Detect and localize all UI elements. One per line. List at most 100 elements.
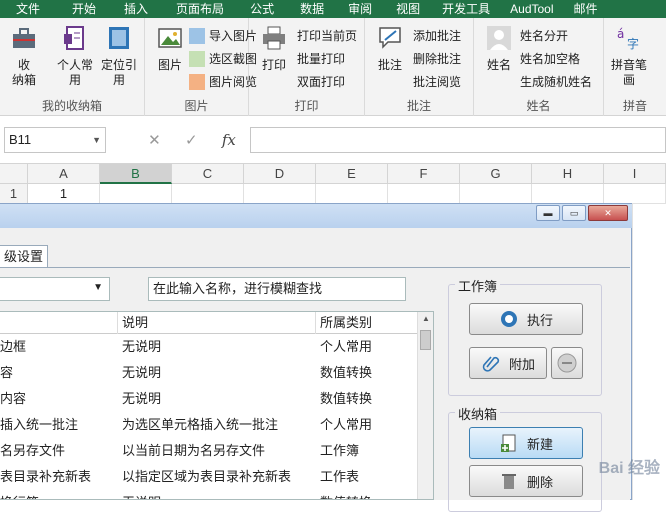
new-label: 新建: [526, 436, 553, 452]
paperclip-icon: [482, 356, 500, 372]
cell-e1[interactable]: [316, 184, 388, 204]
picture-label: 图片: [157, 58, 182, 72]
list-item[interactable]: 表目录补充新表 以指定区域为表目录补充新表 工作表: [0, 464, 418, 490]
cell-i1[interactable]: [604, 184, 666, 204]
maximize-icon[interactable]: ▭: [562, 205, 586, 221]
batch-print-button[interactable]: 批量打印: [297, 51, 345, 67]
locate-reference-button[interactable]: 定位引 用: [98, 24, 140, 88]
column-header[interactable]: H: [532, 164, 604, 184]
comment-preview-button[interactable]: 批注阅览: [413, 74, 461, 90]
tab-insert[interactable]: 插入: [110, 0, 164, 18]
print-button[interactable]: 打印: [257, 24, 291, 73]
personal-form-icon: [64, 26, 84, 50]
import-picture-button[interactable]: 导入图片: [189, 28, 257, 44]
pinyin-stroke-button[interactable]: á字 拼音笔 画: [606, 24, 652, 88]
cancel-icon[interactable]: ✕: [148, 131, 161, 149]
remove-attach-button[interactable]: [551, 347, 583, 379]
list-item[interactable]: 换行符 无说明 数值转换: [0, 490, 418, 499]
name-button[interactable]: 姓名: [482, 24, 516, 73]
cell-h1[interactable]: [532, 184, 604, 204]
storage-box-button[interactable]: 收 纳箱: [6, 24, 42, 88]
tab-formulas[interactable]: 公式: [240, 0, 290, 18]
cell-a1[interactable]: 1: [28, 184, 100, 204]
column-header[interactable]: A: [28, 164, 100, 184]
print-current-page-label: 打印当前页: [297, 29, 358, 43]
ribbon-group-storage: 收 纳箱 个人常 用 定位引 用 我的收纳箱: [0, 18, 145, 116]
chevron-down-icon[interactable]: ▼: [93, 282, 103, 293]
split-name-label: 姓名分开: [520, 29, 569, 43]
name-add-space-button[interactable]: 姓名加空格: [520, 51, 580, 67]
list-item[interactable]: 名另存文件 以当前日期为名另存文件 工作簿: [0, 438, 418, 464]
list-item[interactable]: 容 无说明 数值转换: [0, 360, 418, 386]
category-select[interactable]: ▼: [0, 277, 110, 301]
trash-icon: [501, 474, 516, 489]
row-header[interactable]: 1: [0, 184, 28, 204]
window-controls: ▬ ▭ ✕: [536, 205, 628, 221]
dialog-titlebar[interactable]: ▬ ▭ ✕: [0, 204, 632, 228]
column-header[interactable]: B: [100, 164, 172, 184]
search-input[interactable]: 在此输入名称，进行模糊查找: [148, 277, 406, 301]
cell-c1[interactable]: [172, 184, 244, 204]
duplex-print-button[interactable]: 双面打印: [297, 74, 345, 90]
attach-button[interactable]: 附加: [469, 347, 547, 379]
tab-file[interactable]: 文件: [0, 0, 56, 18]
tab-view[interactable]: 视图: [388, 0, 436, 18]
minimize-icon[interactable]: ▬: [536, 205, 560, 221]
column-header[interactable]: C: [172, 164, 244, 184]
ribbon-group-picture: 图片 导入图片 选区截图 图片阅览 图片: [145, 18, 257, 116]
list-item[interactable]: 边框 无说明 个人常用: [0, 334, 418, 360]
formula-input[interactable]: [250, 127, 666, 153]
column-header[interactable]: G: [460, 164, 532, 184]
tab-review[interactable]: 审阅: [340, 0, 388, 18]
tab-home[interactable]: 开始: [56, 0, 110, 18]
new-button[interactable]: 新建: [469, 427, 583, 459]
cell-d1[interactable]: [244, 184, 316, 204]
print-current-page-button[interactable]: 打印当前页: [297, 28, 357, 44]
delete-button[interactable]: 删除: [469, 465, 583, 497]
cell-g1[interactable]: [460, 184, 532, 204]
execute-icon: [500, 311, 517, 327]
tab-data[interactable]: 数据: [290, 0, 340, 18]
tab-audtool[interactable]: AudTool: [502, 0, 569, 18]
cell-b1[interactable]: [100, 184, 172, 204]
comment-button[interactable]: 批注: [373, 24, 407, 73]
list-item[interactable]: 插入统一批注 为选区单元格插入统一批注 个人常用: [0, 412, 418, 438]
minus-circle-icon: [557, 353, 577, 373]
picture-button[interactable]: 图片: [153, 24, 187, 73]
storage-group-label: 收纳箱: [455, 404, 501, 423]
add-comment-button[interactable]: 添加批注: [413, 28, 461, 44]
split-name-button[interactable]: 姓名分开: [520, 28, 568, 44]
random-name-button[interactable]: 生成随机姓名: [520, 74, 592, 90]
tab-page-layout[interactable]: 页面布局: [164, 0, 240, 18]
column-header[interactable]: I: [604, 164, 666, 184]
list-item[interactable]: 内容 无说明 数值转换: [0, 386, 418, 412]
list-scrollbar[interactable]: ▲: [417, 312, 433, 499]
column-header-desc[interactable]: 说明: [118, 312, 316, 334]
tab-developer[interactable]: 开发工具: [436, 0, 502, 18]
personal-common-button[interactable]: 个人常 用: [52, 24, 98, 88]
selection-screenshot-button[interactable]: 选区截图: [189, 51, 257, 67]
delete-comment-button[interactable]: 删除批注: [413, 51, 461, 67]
tab-advanced-settings[interactable]: 级设置: [0, 245, 49, 267]
column-header-name[interactable]: [0, 312, 118, 334]
tab-mail[interactable]: 邮件: [570, 0, 606, 18]
picture-preview-button[interactable]: 图片阅览: [189, 74, 257, 90]
enter-icon[interactable]: ✓: [185, 131, 198, 149]
select-all-corner[interactable]: [0, 164, 28, 184]
scroll-thumb[interactable]: [420, 330, 431, 350]
close-icon[interactable]: ✕: [588, 205, 628, 221]
column-header[interactable]: D: [244, 164, 316, 184]
group-label-comment: 批注: [406, 99, 431, 113]
cell-f1[interactable]: [388, 184, 460, 204]
name-box[interactable]: B11 ▼: [4, 127, 106, 153]
name-box-value: B11: [9, 132, 32, 147]
column-header[interactable]: F: [388, 164, 460, 184]
group-label-pinyin: 拼音: [622, 99, 647, 113]
scroll-up-icon[interactable]: ▲: [418, 314, 433, 323]
execute-button[interactable]: 执行: [469, 303, 583, 335]
insert-function-icon[interactable]: fx: [222, 131, 236, 149]
column-header[interactable]: E: [316, 164, 388, 184]
chevron-down-icon[interactable]: ▼: [92, 128, 101, 152]
column-header-category[interactable]: 所属类别: [316, 312, 418, 334]
item-name: 插入统一批注: [0, 417, 79, 432]
